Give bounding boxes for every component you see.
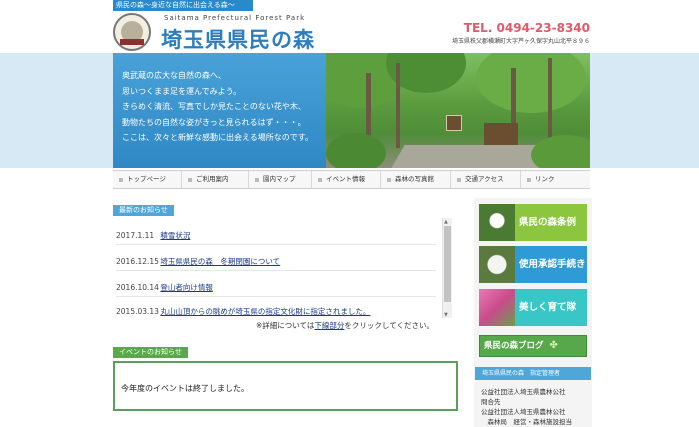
- scroll-thumb[interactable]: [444, 226, 451, 302]
- hero-line: きらめく清流、写真でしか見たことのない花や木、: [122, 102, 306, 111]
- org-line: 公益社団法人埼玉県農林公社: [481, 388, 566, 396]
- news-date: 2016.12.15: [116, 257, 159, 266]
- org-line: 森林局 経営・森林施設担当: [481, 418, 573, 426]
- news-item[interactable]: 2016.12.15 埼玉県県民の森 冬期閉園について: [116, 256, 436, 271]
- news-item[interactable]: 2015.03.13 丸山山頂からの眺めが埼玉県の指定文化財に指定されました。: [116, 306, 436, 317]
- nav-item-events[interactable]: イベント情報: [312, 171, 381, 188]
- events-message: 今年度のイベントは終了しました。: [121, 384, 249, 393]
- blog-label: 県民の森ブログ: [484, 341, 544, 351]
- nav-bullet-icon: [527, 177, 531, 182]
- nav-item-top[interactable]: トップページ: [113, 171, 182, 188]
- hero-text: 奥武蔵の広大な自然の森へ、 思いつくまま足を運んでみよう。 きらめく清流、写真で…: [122, 68, 322, 146]
- news-title-link[interactable]: 積雪状況: [160, 231, 190, 240]
- nav-item-map[interactable]: 園内マップ: [249, 171, 312, 188]
- flower-thumbnail-icon: [479, 246, 515, 283]
- site-tagline: 県民の森～身近な自然に出会える森～: [113, 0, 253, 11]
- clover-icon: ✤: [549, 340, 558, 351]
- nav-item-access[interactable]: 交通アクセス: [451, 171, 521, 188]
- news-heading: 最新のお知らせ: [113, 205, 174, 216]
- news-date: 2016.10.14: [116, 283, 159, 292]
- banner-volunteers[interactable]: 美しく育て隊: [479, 289, 587, 326]
- nav-item-links[interactable]: リンク: [521, 171, 590, 188]
- site-title[interactable]: 埼玉県県民の森: [161, 24, 315, 54]
- news-note: ※詳細については下線部分をクリックしてください。: [256, 321, 434, 330]
- scroll-up-icon[interactable]: ▲: [444, 219, 448, 225]
- hero-line: 動物たちの自然な姿がきっと見られるはず・・・。: [122, 117, 306, 127]
- nav-bullet-icon: [119, 177, 123, 182]
- nav-item-photos[interactable]: 森林の写真館: [381, 171, 451, 188]
- org-heading: 埼玉県県民の森 指定管理者: [475, 367, 591, 380]
- nav-item-guide[interactable]: ご利用案内: [182, 171, 249, 188]
- news-title-link[interactable]: 埼玉県県民の森 冬期閉園について: [160, 257, 280, 266]
- org-line: 問合先: [481, 398, 501, 406]
- address: 埼玉県秩父郡横瀬町大字芦ヶ久保字丸山北平８９６: [451, 38, 590, 45]
- nav-bullet-icon: [255, 177, 259, 182]
- org-line: 公益社団法人埼玉県農林公社: [481, 408, 566, 416]
- news-item[interactable]: 2016.10.14 登山者向け情報: [116, 282, 436, 297]
- site-header: Saitama Prefectural Forest Park 埼玉県県民の森 …: [113, 11, 590, 52]
- news-title-link[interactable]: 丸山山頂からの眺めが埼玉県の指定文化財に指定されました。: [160, 307, 370, 316]
- nav-bullet-icon: [457, 177, 461, 182]
- site-english-name: Saitama Prefectural Forest Park: [164, 14, 306, 22]
- scroll-down-icon[interactable]: ▼: [444, 312, 448, 318]
- news-title-link[interactable]: 登山者向け情報: [160, 283, 213, 292]
- nav-bullet-icon: [188, 177, 192, 182]
- banner-permit[interactable]: 使用承認手続き: [479, 246, 587, 283]
- nav-bullet-icon: [318, 177, 322, 182]
- hero-forest-photo: [326, 53, 590, 168]
- news-date: 2015.03.13: [116, 307, 159, 316]
- news-scrollbar[interactable]: ▲ ▼: [442, 218, 452, 318]
- events-heading: イベントのお知らせ: [113, 347, 188, 358]
- phone-number: TEL. 0494-23-8340: [463, 21, 590, 35]
- nav-bullet-icon: [387, 177, 391, 182]
- events-panel: 今年度のイベントは終了しました。: [113, 361, 458, 411]
- site-logo-icon[interactable]: [113, 13, 151, 51]
- blog-banner[interactable]: 県民の森ブログ ✤: [479, 335, 587, 357]
- flower-thumbnail-icon: [479, 289, 515, 326]
- note-link[interactable]: 下線部分: [314, 321, 344, 330]
- news-list: 2017.1.11 積雪状況 2016.12.15 埼玉県県民の森 冬期閉園につ…: [113, 218, 453, 318]
- hero-line: 思いつくまま足を運んでみよう。: [122, 86, 242, 96]
- hero-line: 奥武蔵の広大な自然の森へ、: [122, 71, 226, 80]
- banner-ordinance[interactable]: 県民の森条例: [479, 204, 587, 241]
- hero-banner: 奥武蔵の広大な自然の森へ、 思いつくまま足を運んでみよう。 きらめく清流、写真で…: [0, 53, 699, 168]
- news-item[interactable]: 2017.1.11 積雪状況: [116, 230, 436, 245]
- banner-label: 使用承認手続き: [515, 246, 587, 283]
- banner-label: 県民の森条例: [515, 204, 587, 241]
- hero-line: ここは、次々と新鮮な感動に出会える場所なのです。: [122, 133, 313, 142]
- flower-thumbnail-icon: [479, 204, 515, 241]
- global-nav: トップページ ご利用案内 園内マップ イベント情報 森林の写真館 交通アクセス …: [113, 170, 590, 189]
- banner-label: 美しく育て隊: [515, 289, 587, 326]
- top-strip: 県民の森～身近な自然に出会える森～: [0, 0, 699, 11]
- news-date: 2017.1.11: [116, 231, 155, 240]
